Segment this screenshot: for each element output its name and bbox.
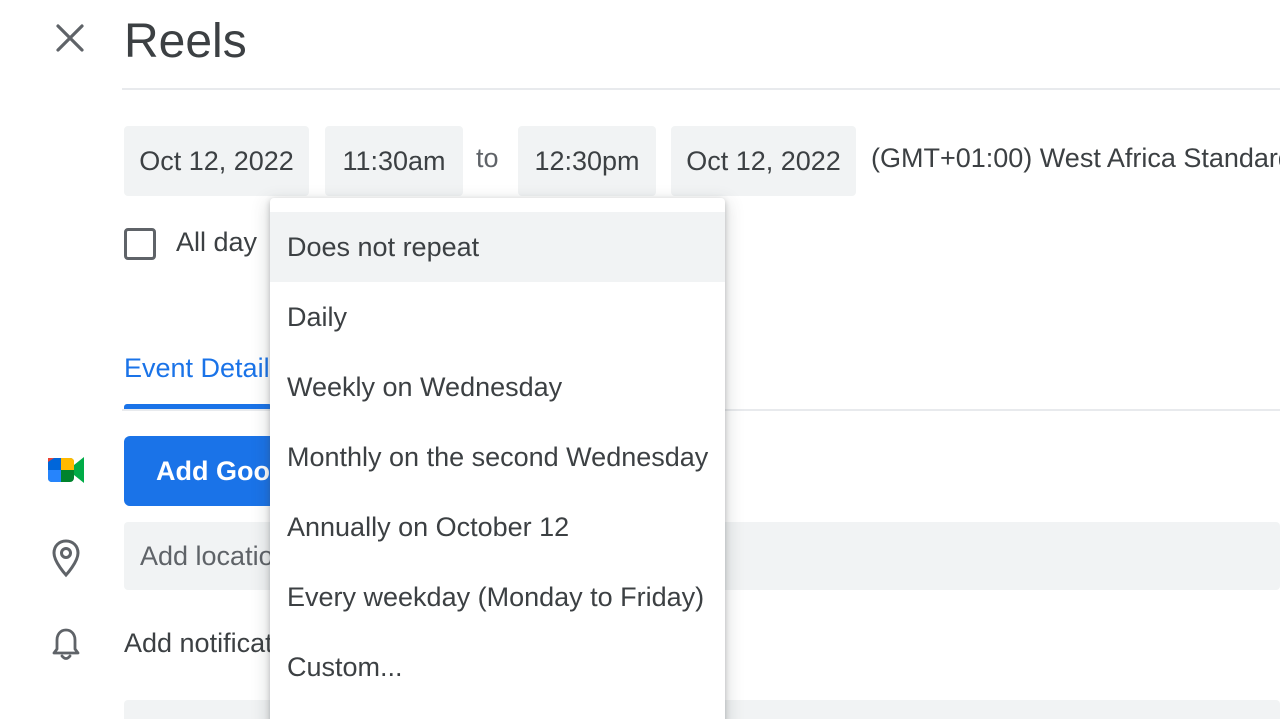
title-divider xyxy=(122,88,1280,90)
all-day-checkbox[interactable] xyxy=(124,228,156,260)
close-icon xyxy=(56,24,84,52)
google-meet-icon xyxy=(48,457,84,483)
recurrence-dropdown: Does not repeat Daily Weekly on Wednesda… xyxy=(270,198,725,719)
start-time-chip[interactable]: 11:30am xyxy=(325,126,463,196)
recurrence-option-custom[interactable]: Custom... xyxy=(270,632,725,702)
recurrence-option-does-not-repeat[interactable]: Does not repeat xyxy=(270,212,725,282)
to-separator: to xyxy=(476,143,499,173)
recurrence-option-monthly[interactable]: Monthly on the second Wednesday xyxy=(270,422,725,492)
event-title[interactable]: Reels xyxy=(124,10,247,74)
recurrence-option-daily[interactable]: Daily xyxy=(270,282,725,352)
bell-icon xyxy=(52,628,80,660)
recurrence-option-annually[interactable]: Annually on October 12 xyxy=(270,492,725,562)
close-button[interactable] xyxy=(48,16,92,60)
tab-event-details[interactable]: Event Details xyxy=(124,353,283,384)
start-date-chip[interactable]: Oct 12, 2022 xyxy=(124,126,309,196)
recurrence-option-weekly[interactable]: Weekly on Wednesday xyxy=(270,352,725,422)
end-date-chip[interactable]: Oct 12, 2022 xyxy=(671,126,856,196)
event-editor: Reels Oct 12, 2022 11:30am to 12:30pm Oc… xyxy=(0,0,1280,719)
all-day-label[interactable]: All day xyxy=(176,227,257,258)
recurrence-option-weekdays[interactable]: Every weekday (Monday to Friday) xyxy=(270,562,725,632)
end-time-chip[interactable]: 12:30pm xyxy=(518,126,656,196)
timezone-selector[interactable]: (GMT+01:00) West Africa Standard xyxy=(871,143,1280,174)
location-pin-icon xyxy=(52,539,80,578)
